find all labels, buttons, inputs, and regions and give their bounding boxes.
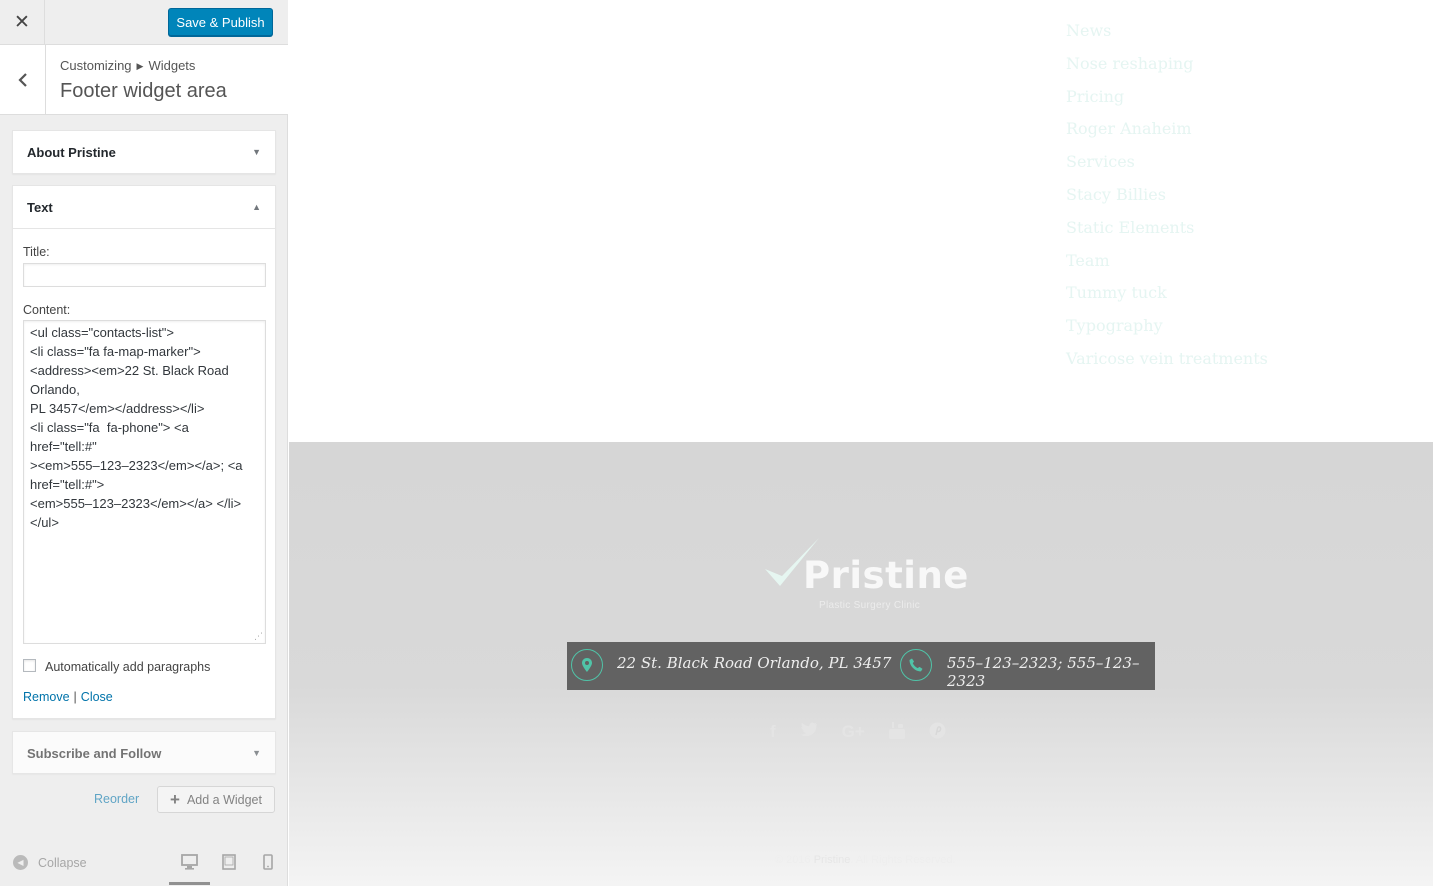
content-line: ><em>555–123–2323</em></a>; <a [30, 458, 243, 473]
customizer-header: ✕ Save & Publish [0, 0, 288, 45]
collapse-button[interactable]: ◀ Collapse [13, 855, 87, 870]
copyright-brand-link[interactable]: Pristine [814, 854, 851, 866]
content-line: Orlando, [30, 382, 80, 397]
page-link[interactable]: Varicose vein treatments [1066, 343, 1268, 376]
widget-actions: Remove | Close [23, 690, 113, 704]
content-label: Content: [23, 303, 71, 317]
breadcrumb-separator-icon: ▶ [136, 61, 144, 71]
logo-text: Pristine [803, 554, 969, 597]
save-publish-button[interactable]: Save & Publish [168, 8, 273, 36]
expand-arrow-icon[interactable]: ▼ [252, 147, 261, 157]
logo-tagline: Plastic Surgery Clinic [819, 600, 921, 611]
twitter-icon[interactable] [800, 722, 818, 744]
pinterest-icon[interactable] [929, 722, 946, 744]
autop-option[interactable]: Automatically add paragraphs [23, 658, 211, 674]
desktop-preview-icon[interactable] [181, 854, 198, 870]
title-input[interactable] [23, 263, 266, 287]
tablet-preview-icon[interactable] [222, 854, 236, 870]
widget-title: Subscribe and Follow [27, 745, 162, 761]
chevron-left-icon [17, 72, 27, 87]
google-plus-icon[interactable]: G+ [842, 722, 865, 744]
site-footer: Pristine Plastic Surgery Clinic 22 St. B… [289, 442, 1433, 886]
autop-label: Automatically add paragraphs [45, 660, 211, 674]
site-logo[interactable]: Pristine Plastic Surgery Clinic [763, 536, 968, 621]
collapse-arrow-icon[interactable]: ▲ [252, 202, 261, 212]
content-line: <li class="fa fa-map-marker"> [30, 344, 201, 359]
page-link[interactable]: News [1066, 15, 1268, 48]
breadcrumb-parent: Customizing [60, 58, 132, 73]
widget-panel-actions: Reorder + Add a Widget [0, 786, 288, 814]
content-textarea[interactable]: <ul class="contacts-list"> <li class="fa … [23, 320, 266, 644]
content-line: href="tell:#" [30, 439, 97, 454]
page-link[interactable]: Typography [1066, 310, 1268, 343]
page-link[interactable]: Team [1066, 245, 1268, 278]
copyright-suffix: . All Rights Reserved. [850, 854, 956, 866]
panel-title: Footer widget area [60, 80, 227, 102]
collapse-label: Collapse [38, 855, 87, 870]
content-line: <em>555–123–2323</em></a> </li> [30, 496, 242, 511]
phone-links[interactable]: 555–123–2323; 555–123–2323 [947, 654, 1155, 690]
collapse-arrow-icon: ◀ [13, 855, 28, 870]
widget-text-header[interactable]: Text ▲ [13, 186, 275, 229]
widget-title: About Pristine [27, 144, 116, 160]
resize-grip-icon[interactable]: ⋰ [254, 632, 263, 641]
page-link[interactable]: Nose reshaping [1066, 48, 1268, 81]
phone-icon [900, 649, 932, 681]
map-marker-icon [571, 649, 603, 681]
active-device-indicator [169, 882, 210, 885]
youtube-icon[interactable] [888, 722, 905, 744]
page-link[interactable]: Tummy tuck [1066, 277, 1268, 310]
content-line: <li class="fa fa-phone"> <a [30, 420, 189, 435]
close-link[interactable]: Close [81, 690, 113, 704]
site-preview[interactable]: News Nose reshaping Pricing Roger Anaheim Se… [289, 0, 1433, 886]
divider: | [73, 690, 77, 704]
add-widget-label: Add a Widget [186, 792, 262, 807]
content-line: </ul> [30, 515, 59, 530]
content-line: PL 3457</em></address></li> [30, 401, 205, 416]
breadcrumb: Customizing ▶ Widgets [60, 58, 195, 73]
remove-link[interactable]: Remove [23, 690, 70, 704]
contacts-list: 22 St. Black Road Orlando, PL 3457 555–1… [567, 642, 1155, 690]
page-link[interactable]: Pricing [1066, 81, 1268, 114]
title-label: Title: [23, 245, 50, 259]
copyright-prefix: © 2016 [775, 854, 811, 866]
page-link[interactable]: Static Elements [1066, 212, 1268, 245]
widget-text: Text ▲ Title: Content: <ul class="contac… [12, 185, 276, 719]
page-link[interactable]: Stacy Billies [1066, 179, 1268, 212]
close-customizer-button[interactable]: ✕ [0, 0, 45, 44]
widget-subscribe-follow[interactable]: Subscribe and Follow ▼ [12, 731, 276, 774]
mobile-preview-icon[interactable] [263, 854, 273, 870]
expand-arrow-icon[interactable]: ▼ [252, 748, 261, 758]
panel-header: Customizing ▶ Widgets Footer widget area [0, 45, 288, 115]
social-links: f G+ [770, 722, 970, 744]
copyright: © 2016 Pristine. All Rights Reserved. [775, 854, 956, 866]
customizer-sidebar: ✕ Save & Publish Customizing ▶ Widgets Foo… [0, 0, 288, 886]
page-link[interactable]: Services [1066, 146, 1268, 179]
reorder-link[interactable]: Reorder [94, 792, 139, 806]
back-button[interactable] [0, 45, 46, 114]
page-link[interactable]: Roger Anaheim [1066, 113, 1268, 146]
facebook-icon[interactable]: f [770, 722, 776, 744]
autop-checkbox[interactable] [23, 658, 36, 672]
breadcrumb-current: Widgets [148, 58, 196, 73]
add-widget-button[interactable]: + Add a Widget [157, 786, 275, 813]
pages-list: News Nose reshaping Pricing Roger Anaheim Se… [1066, 15, 1268, 376]
address-text: 22 St. Black Road Orlando, PL 3457 [617, 654, 892, 672]
widget-title: Text [27, 199, 53, 215]
content-line: <address><em>22 St. Black Road [30, 363, 229, 378]
content-line: href="tell:#"> [30, 477, 105, 492]
widget-about-pristine[interactable]: About Pristine ▼ [12, 130, 276, 174]
customizer-footer: ◀ Collapse [0, 844, 288, 886]
close-icon: ✕ [14, 11, 30, 33]
plus-icon: + [170, 789, 180, 809]
content-line: <ul class="contacts-list"> [30, 325, 174, 340]
